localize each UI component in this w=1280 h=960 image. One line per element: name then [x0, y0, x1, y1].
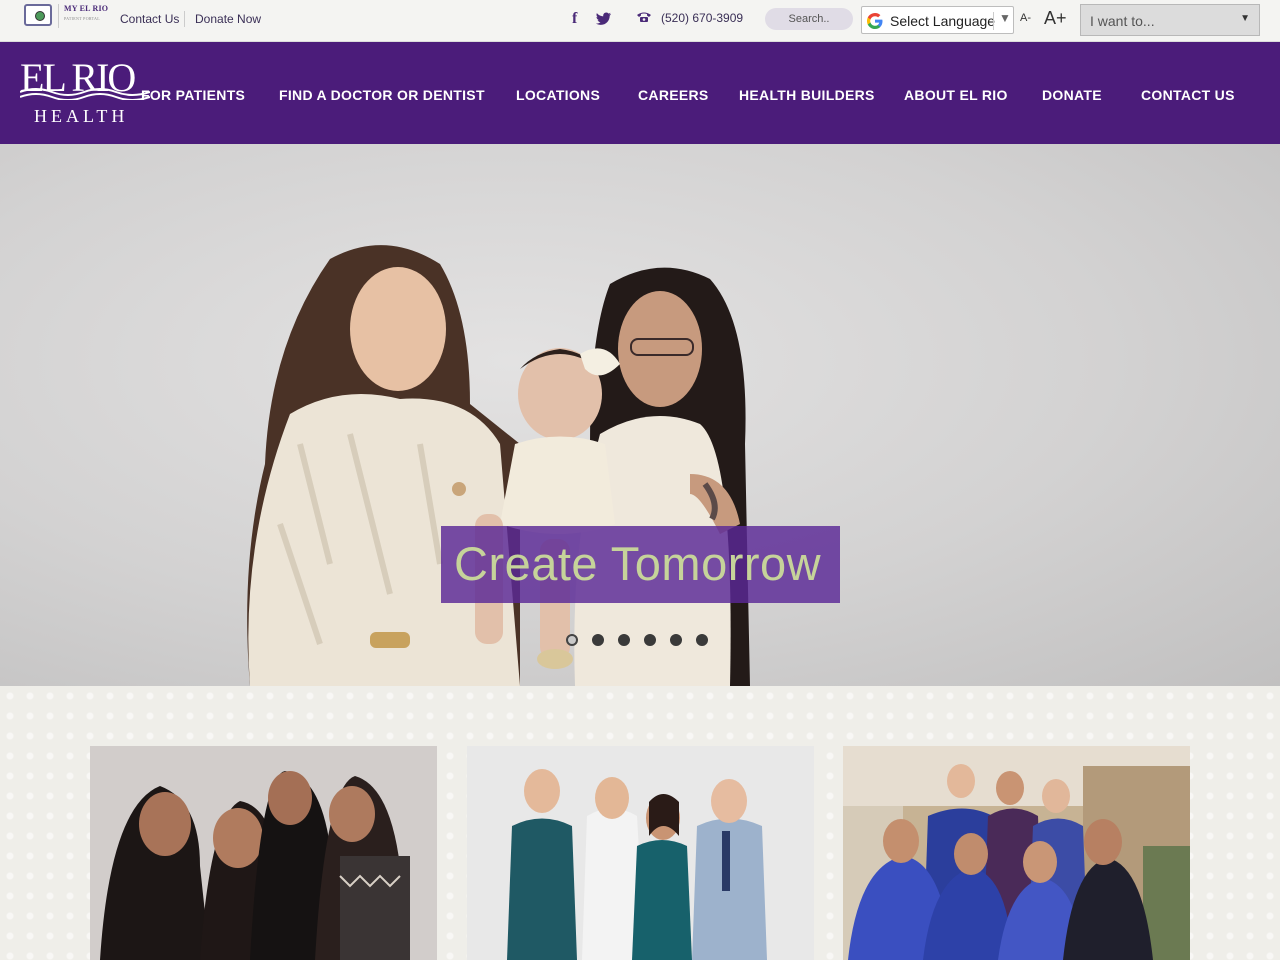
hero-caption-text: Create Tomorrow	[454, 537, 822, 590]
nav-item-find-a-doctor[interactable]: FIND A DOCTOR OR DENTIST	[279, 87, 485, 103]
doctors-photo	[467, 746, 814, 960]
nav-item-contact-us[interactable]: CONTACT US	[1141, 87, 1235, 103]
slider-dot[interactable]	[670, 634, 682, 646]
search-input[interactable]	[765, 8, 853, 30]
portal-logo-subtitle: PATIENT PORTAL	[64, 16, 100, 21]
nav-item-for-patients[interactable]: FOR PATIENTS	[141, 87, 245, 103]
slider-dot[interactable]	[618, 634, 630, 646]
feature-card-staff[interactable]	[843, 746, 1190, 960]
el-rio-health-logo[interactable]: EL RIO HEALTH	[20, 58, 152, 130]
donate-now-link[interactable]: Donate Now	[195, 12, 261, 26]
patient-portal-logo[interactable]: MY EL RIO PATIENT PORTAL	[58, 4, 110, 28]
hero-slider: Create Tomorrow	[0, 144, 1280, 686]
phone-icon	[637, 12, 651, 22]
twitter-icon[interactable]	[596, 12, 612, 26]
logo-wave-icon	[20, 88, 150, 100]
utility-bar: MY EL RIO PATIENT PORTAL Contact Us Dona…	[0, 0, 1280, 42]
language-select-label: Select Language	[890, 13, 996, 29]
facebook-icon[interactable]: f	[572, 10, 577, 28]
font-decrease-button[interactable]: A-	[1020, 12, 1031, 24]
phone-number[interactable]: (520) 670-3909	[661, 11, 743, 25]
i-want-to-dropdown[interactable]: I want to... ▼	[1080, 4, 1260, 36]
nav-item-locations[interactable]: LOCATIONS	[516, 87, 600, 103]
chevron-down-icon: ▼	[1240, 13, 1250, 24]
main-navigation: EL RIO HEALTH FOR PATIENTS FIND A DOCTOR…	[0, 42, 1280, 144]
nav-item-about-el-rio[interactable]: ABOUT EL RIO	[904, 87, 1008, 103]
google-icon	[867, 13, 883, 29]
hero-family-photo	[247, 245, 750, 686]
slider-dot[interactable]	[696, 634, 708, 646]
i-want-to-label: I want to...	[1090, 13, 1155, 29]
slider-dot[interactable]	[592, 634, 604, 646]
staff-photo	[843, 746, 1190, 960]
hero-caption: Create Tomorrow	[441, 526, 840, 603]
divider	[993, 12, 994, 30]
family-photo	[90, 746, 437, 960]
nav-item-donate[interactable]: DONATE	[1042, 87, 1102, 103]
chevron-down-icon: ▼	[999, 11, 1011, 25]
logo-wordmark-bottom: HEALTH	[34, 106, 129, 126]
portal-logo-title: MY EL RIO	[64, 4, 109, 13]
slider-dot[interactable]	[566, 634, 578, 646]
divider	[184, 11, 185, 27]
language-select[interactable]: Select Language ▼	[861, 6, 1014, 34]
contact-us-link[interactable]: Contact Us	[120, 12, 179, 26]
nav-item-careers[interactable]: CAREERS	[638, 87, 709, 103]
nav-item-health-builders[interactable]: HEALTH BUILDERS	[739, 87, 875, 103]
feature-card-doctors[interactable]	[467, 746, 814, 960]
feature-card-family[interactable]	[90, 746, 437, 960]
slider-dot[interactable]	[644, 634, 656, 646]
font-increase-button[interactable]: A+	[1044, 8, 1067, 29]
portal-icon[interactable]	[24, 4, 52, 26]
